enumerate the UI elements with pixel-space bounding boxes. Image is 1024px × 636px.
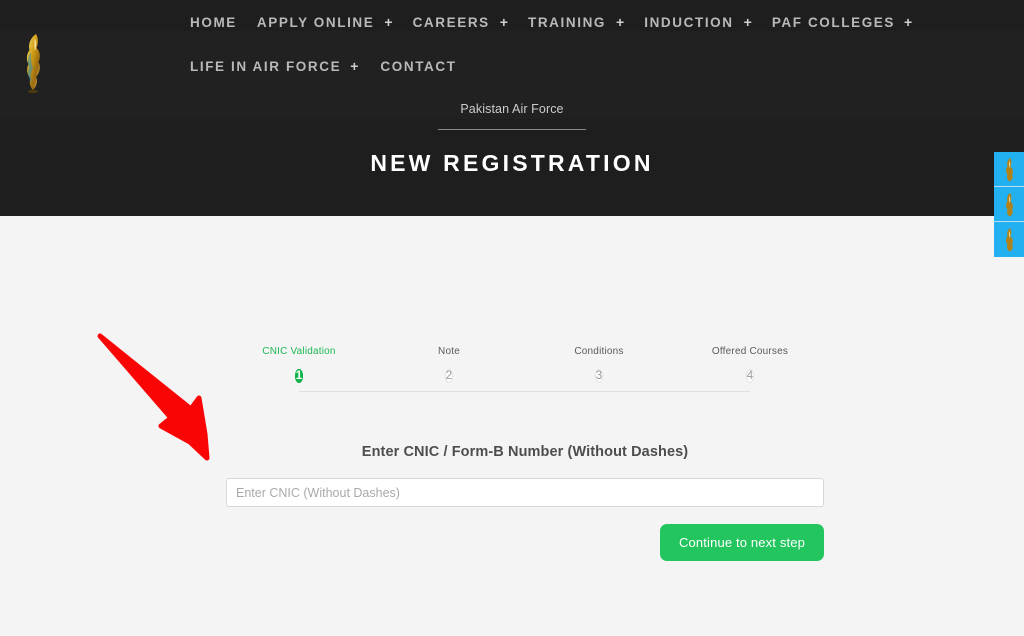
chevron-plus-icon-training[interactable]: + — [616, 15, 624, 29]
page-head: Pakistan Air Force NEW REGISTRATION — [0, 100, 1024, 177]
registration-form: CNIC Validation 1 Note 2 Conditions 3 Of… — [226, 346, 824, 561]
paf-eagle-emblem-icon — [26, 34, 40, 94]
submit-row: Continue to next step — [226, 524, 824, 561]
stepper-step-1-label: CNIC Validation — [262, 346, 336, 357]
cnic-field-label: Enter CNIC / Form-B Number (Without Dash… — [361, 444, 689, 460]
stepper-step-4-bubble[interactable]: 4 — [745, 369, 755, 383]
stepper-step-2-bubble[interactable]: 2 — [444, 369, 454, 383]
registration-stepper: CNIC Validation 1 Note 2 Conditions 3 Of… — [226, 346, 824, 404]
nav-item-life-in-air-force[interactable]: LIFE IN AIR FORCE — [190, 59, 341, 74]
side-widget-2[interactable] — [994, 187, 1024, 222]
paf-emblem-icon — [1005, 157, 1013, 181]
side-floating-widgets — [994, 152, 1024, 257]
chevron-plus-icon-paf-colleges[interactable]: + — [904, 15, 912, 29]
nav-item-induction[interactable]: INDUCTION — [644, 15, 733, 30]
nav-links-container: HOME APPLY ONLINE + CAREERS + TRAINING +… — [190, 0, 1010, 88]
stepper-step-4[interactable]: Offered Courses 4 — [675, 346, 825, 388]
stepper-step-2[interactable]: Note 2 — [374, 346, 524, 388]
page-title: NEW REGISTRATION — [370, 150, 654, 176]
nav-row-primary: HOME APPLY ONLINE + CAREERS + TRAINING +… — [190, 0, 1010, 44]
stepper-step-3[interactable]: Conditions 3 — [524, 346, 674, 388]
nav-item-apply-online[interactable]: APPLY ONLINE — [257, 15, 374, 30]
stepper-step-3-label: Conditions — [574, 346, 624, 357]
breadcrumb[interactable]: Pakistan Air Force — [460, 102, 563, 116]
paf-eagle-emblem-icon[interactable] — [17, 32, 51, 94]
chevron-plus-icon-induction[interactable]: + — [744, 15, 752, 29]
nav-item-paf-colleges[interactable]: PAF COLLEGES — [772, 15, 895, 30]
stepper-track — [299, 391, 750, 392]
chevron-plus-icon-careers[interactable]: + — [500, 15, 508, 29]
paf-emblem-icon — [1005, 192, 1013, 216]
nav-item-careers[interactable]: CAREERS — [413, 15, 490, 30]
stepper-step-3-bubble[interactable]: 3 — [594, 369, 604, 383]
main-content: CNIC Validation 1 Note 2 Conditions 3 Of… — [0, 216, 1024, 636]
cnic-input[interactable] — [226, 478, 824, 507]
side-widget-3[interactable] — [994, 222, 1024, 257]
continue-to-next-step-button[interactable]: Continue to next step — [659, 524, 824, 561]
nav-item-contact[interactable]: CONTACT — [380, 59, 456, 74]
nav-item-home[interactable]: HOME — [190, 15, 237, 30]
nav-row-secondary: LIFE IN AIR FORCE + CONTACT — [190, 44, 1010, 88]
stepper-step-2-label: Note — [438, 346, 460, 357]
nav-item-training[interactable]: TRAINING — [528, 15, 606, 30]
title-divider — [438, 129, 586, 130]
paf-emblem-icon — [1005, 228, 1013, 252]
stepper-step-1[interactable]: CNIC Validation 1 — [224, 346, 374, 388]
chevron-plus-icon-apply-online[interactable]: + — [384, 15, 392, 29]
side-widget-1[interactable] — [994, 152, 1024, 187]
site-header: HOME APPLY ONLINE + CAREERS + TRAINING +… — [0, 0, 1024, 216]
stepper-step-4-label: Offered Courses — [711, 346, 789, 357]
chevron-plus-icon-life-in-air-force[interactable]: + — [350, 59, 358, 73]
stepper-step-1-bubble[interactable]: 1 — [294, 369, 304, 383]
